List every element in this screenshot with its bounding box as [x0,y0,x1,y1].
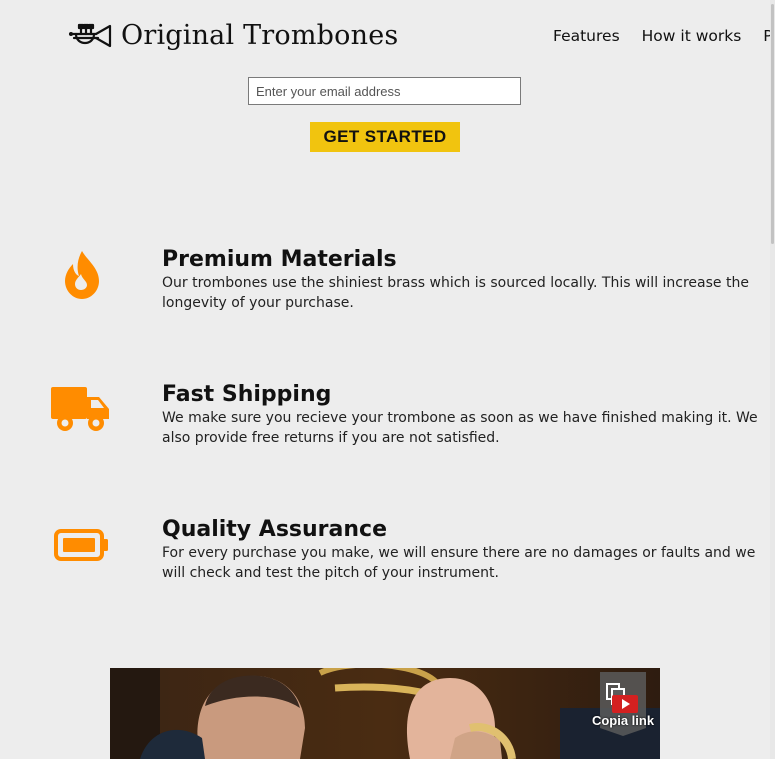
feature-description: Our trombones use the shiniest brass whi… [162,275,749,311]
brand-logo[interactable]: Original Trombones [68,20,398,52]
feature-quality-assurance: Quality Assurance For every purchase you… [0,516,775,596]
feature-title: Premium Materials [162,247,397,272]
main-nav: Features How it works Pr [553,26,775,46]
nav-link-features[interactable]: Features [553,26,620,46]
feature-premium-materials: Premium Materials Our trombones use the … [0,246,775,326]
feature-description: We make sure you recieve your trombone a… [162,410,758,446]
nav-link-how-it-works[interactable]: How it works [642,26,742,46]
feature-description: For every purchase you make, we will ens… [162,545,756,581]
copy-link-label: Copia link [591,713,655,728]
copy-link-button[interactable]: Copia link [592,672,654,738]
email-input[interactable] [248,77,521,105]
site-header: Original Trombones Features How it works… [0,0,775,70]
battery-icon [54,529,108,561]
feature-title: Fast Shipping [162,382,332,407]
feature-fast-shipping: Fast Shipping We make sure you recieve y… [0,381,775,461]
trumpet-icon [68,23,112,48]
video-embed[interactable]: Copia link [110,668,660,759]
scrollbar[interactable] [770,0,775,759]
feature-title: Quality Assurance [162,517,388,542]
brand-name: Original Trombones [121,20,399,51]
fire-icon [65,251,99,299]
scrollbar-thumb[interactable] [771,4,774,244]
truck-icon [51,387,109,431]
get-started-button[interactable]: GET STARTED [310,122,460,152]
video-thumbnail [110,668,660,759]
